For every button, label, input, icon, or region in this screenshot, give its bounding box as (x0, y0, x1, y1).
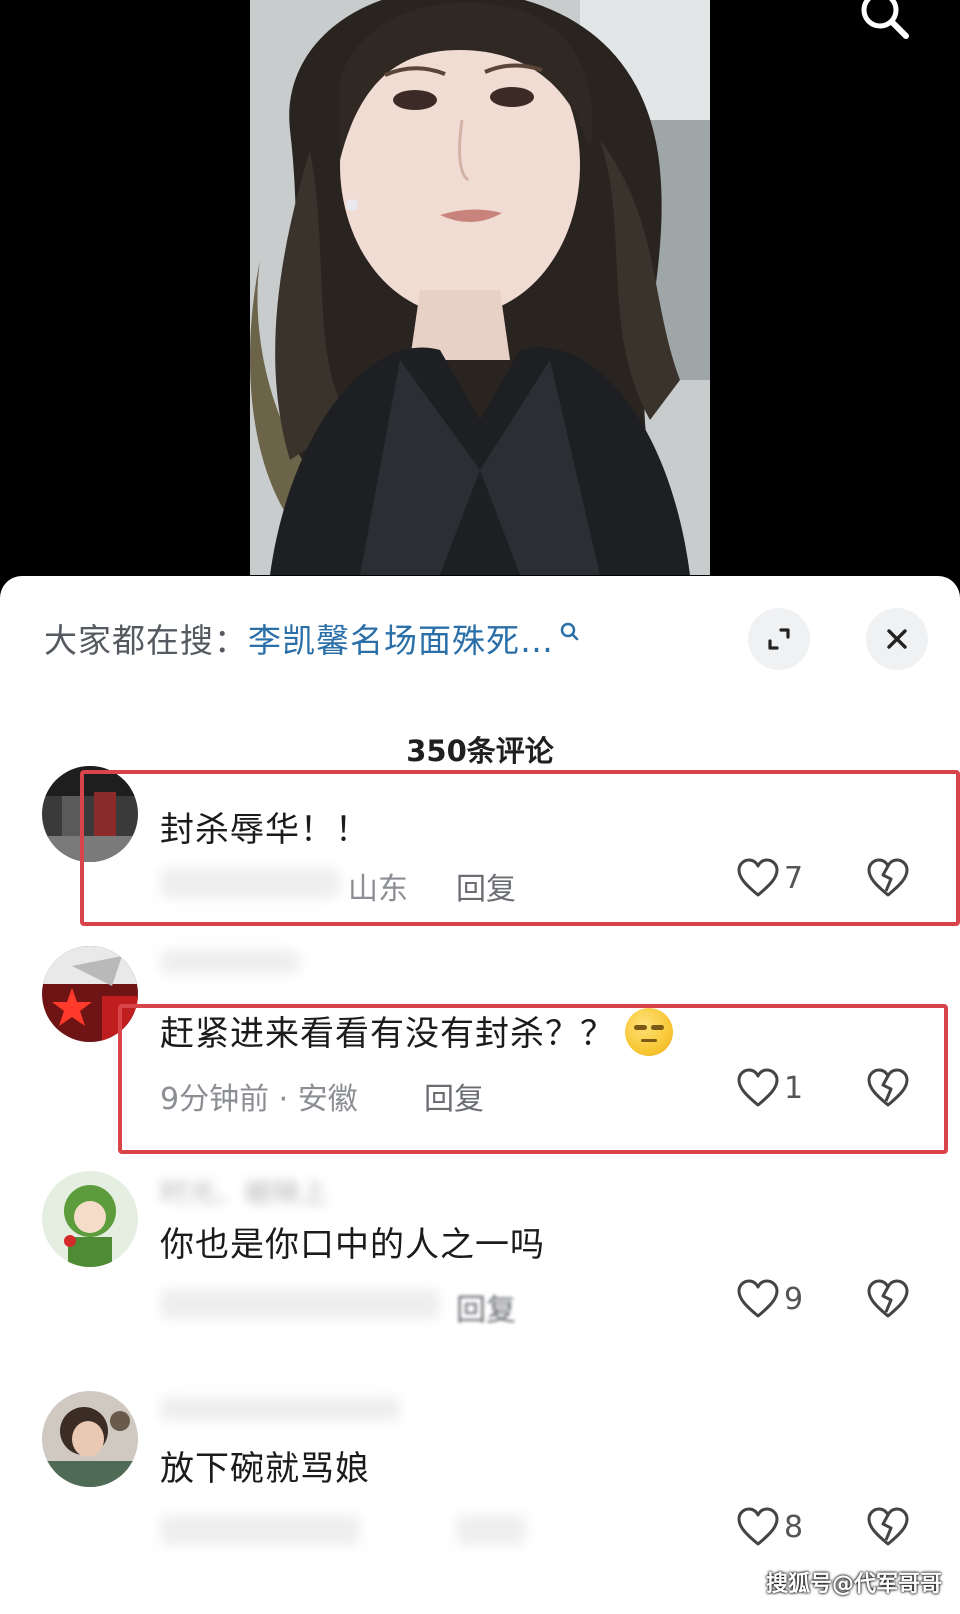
comment-time: 9分钟前 (160, 1082, 270, 1117)
heart-icon (737, 858, 779, 897)
comment-location: 安徽 (297, 1082, 358, 1117)
comment-meta: 9分钟前 · 安徽 (160, 1074, 358, 1118)
comment-item: 赶紧进来看看有没有封杀？？ 9分钟前 · 安徽 回复 1 (0, 946, 960, 1166)
dislike-button[interactable] (866, 1279, 910, 1323)
like-button[interactable]: 7 (736, 858, 803, 898)
comment-author[interactable]: 时光、被映上 (160, 1171, 328, 1211)
blurred-timestamp (160, 868, 340, 898)
comment-text: 封杀辱华！！ (160, 810, 370, 850)
expand-icon (768, 628, 790, 650)
trending-search-bar[interactable]: 大家都在搜： 李凯馨名场面殊死… (44, 610, 580, 666)
reply-button[interactable]: 回复 (424, 1074, 484, 1118)
blurred-reply (456, 1515, 526, 1545)
like-count: 8 (784, 1509, 804, 1545)
blurred-meta (160, 1289, 440, 1319)
comment-item: 时光、被映上 你也是你口中的人之一吗 回复 9 (0, 1171, 960, 1371)
blurred-author (160, 950, 300, 974)
comment-sheet: 大家都在搜： 李凯馨名场面殊死… 350条评论 封杀辱华！！ 山东 回复 7 赶… (0, 576, 960, 1614)
broken-heart-icon (867, 1279, 909, 1318)
watermark: 搜狐号@代军哥哥 (765, 1572, 942, 1597)
comment-text: 你也是你口中的人之一吗 (160, 1225, 545, 1265)
meta-separator: · (278, 1082, 298, 1117)
close-button[interactable] (866, 608, 928, 670)
video-thumbnail-portrait (250, 0, 710, 575)
blurred-meta (160, 1515, 360, 1545)
comment-text: 放下碗就骂娘 (160, 1449, 370, 1489)
dislike-button[interactable] (866, 1068, 910, 1112)
trending-search-prefix: 大家都在搜： (44, 621, 248, 660)
heart-icon (737, 1068, 779, 1107)
unamused-face-emoji (625, 1007, 673, 1056)
reply-button[interactable]: 回复 (456, 864, 516, 908)
close-icon (887, 629, 907, 649)
broken-heart-icon (867, 858, 909, 897)
trending-search-query[interactable]: 李凯馨名场面殊死… (248, 614, 554, 662)
comment-location: 山东 (348, 872, 408, 907)
heart-icon (737, 1507, 779, 1546)
like-button[interactable]: 9 (736, 1279, 803, 1319)
video-area[interactable] (0, 0, 960, 600)
avatar[interactable] (42, 766, 138, 862)
comment-text-content: 赶紧进来看看有没有封杀？？ (160, 1014, 615, 1054)
like-count: 9 (784, 1281, 804, 1317)
reply-button[interactable]: 回复 (456, 1285, 516, 1329)
search-icon (560, 622, 579, 641)
broken-heart-icon (867, 1507, 909, 1546)
dislike-button[interactable] (866, 1507, 910, 1551)
heart-icon (737, 1279, 779, 1318)
avatar[interactable] (42, 1171, 138, 1267)
expand-button[interactable] (748, 608, 810, 670)
avatar[interactable] (42, 1391, 138, 1487)
dislike-button[interactable] (866, 858, 910, 902)
broken-heart-icon (867, 1068, 909, 1107)
comment-count-title: 350条评论 (406, 734, 554, 768)
video-frame[interactable] (250, 0, 710, 575)
comment-text: 赶紧进来看看有没有封杀？？ (160, 1006, 673, 1060)
like-count: 7 (784, 860, 804, 896)
comment-item: 封杀辱华！！ 山东 回复 7 (0, 766, 960, 936)
like-count: 1 (784, 1070, 804, 1106)
blurred-author (160, 1397, 400, 1421)
like-button[interactable]: 8 (736, 1507, 803, 1547)
avatar[interactable] (42, 946, 138, 1042)
search-icon[interactable] (856, 0, 912, 40)
like-button[interactable]: 1 (736, 1068, 803, 1108)
